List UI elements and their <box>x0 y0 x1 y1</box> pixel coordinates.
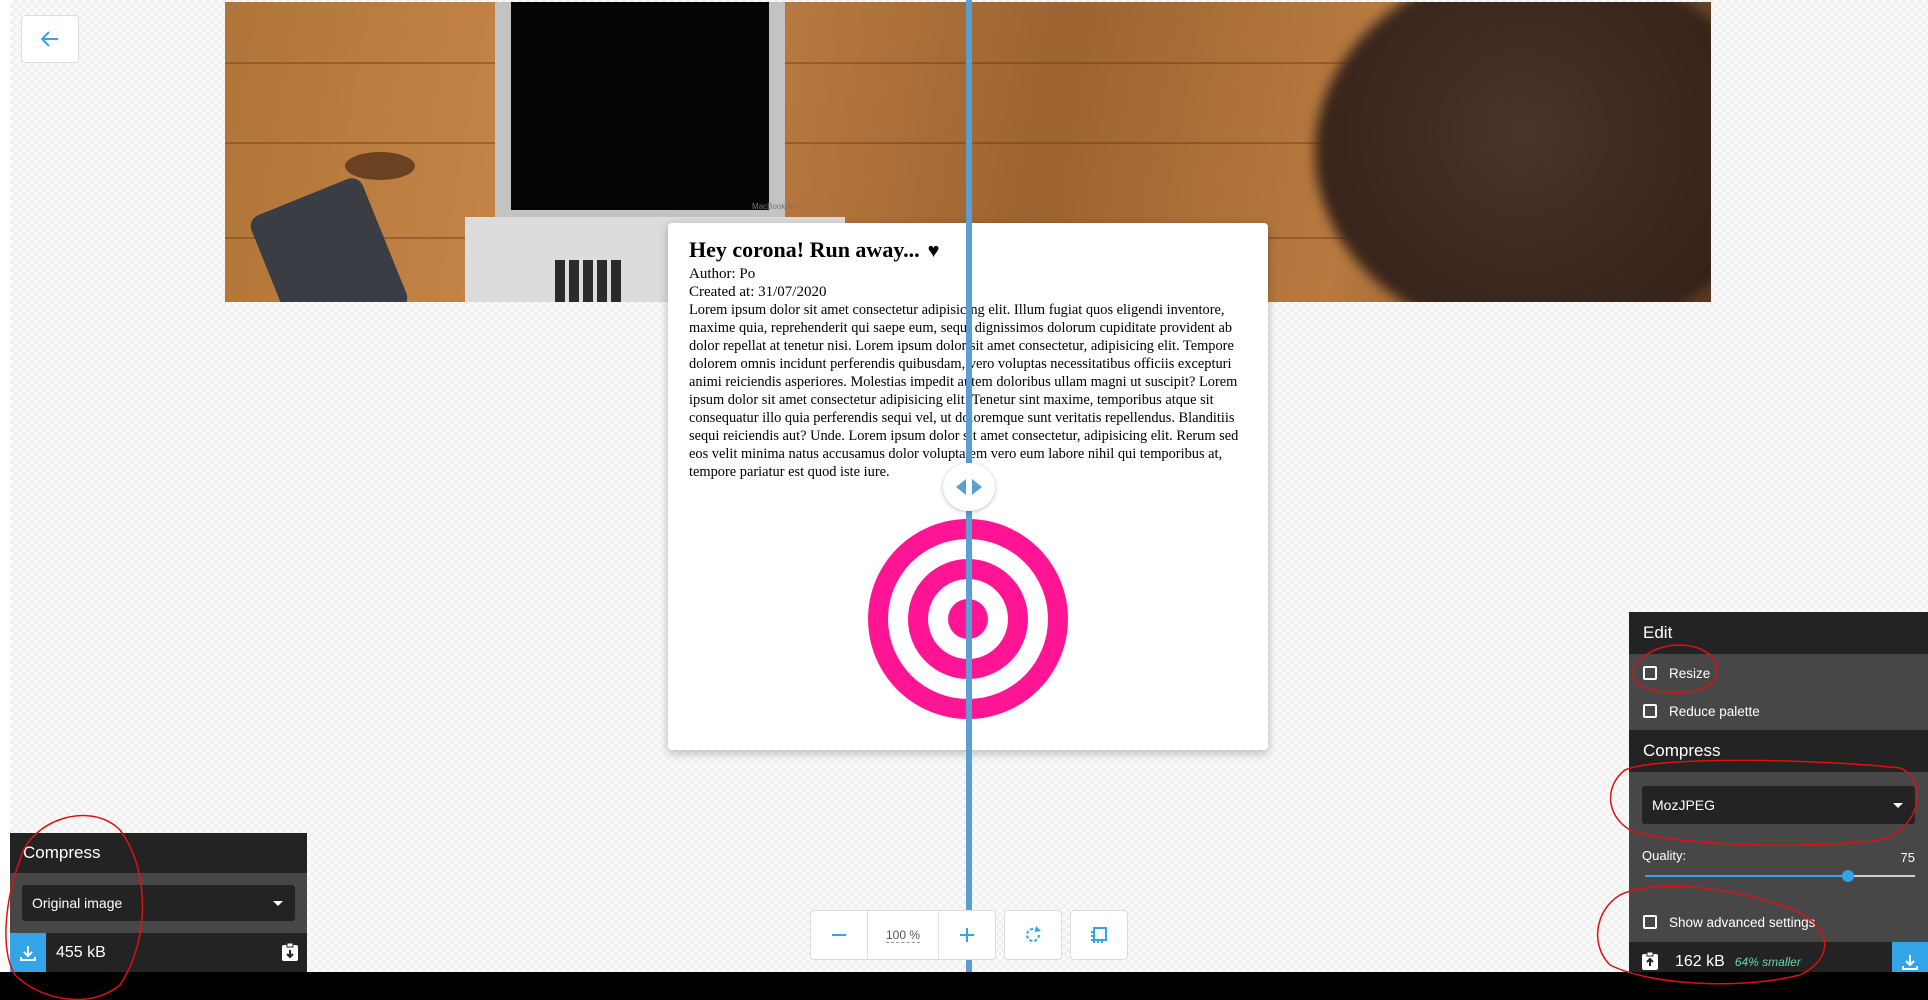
arrow-left-icon <box>41 31 58 47</box>
edit-heading: Edit <box>1629 612 1928 654</box>
heart-icon: ♥ <box>927 240 940 262</box>
back-button[interactable] <box>21 15 79 63</box>
resize-option[interactable]: Resize <box>1629 654 1928 692</box>
clipboard-icon <box>282 942 298 961</box>
rotate-button[interactable] <box>1004 910 1062 960</box>
reduce-palette-checkbox[interactable] <box>1643 704 1657 718</box>
background-toggle-button[interactable] <box>1070 910 1128 960</box>
quality-label: Quality: <box>1642 848 1687 863</box>
compare-handle[interactable] <box>943 463 995 511</box>
download-icon <box>1902 955 1918 970</box>
laptop-brand: MacBook Air <box>752 202 797 211</box>
quality-slider[interactable] <box>1645 870 1915 882</box>
post-author: Author: Po <box>689 266 756 282</box>
drag-arrows-icon <box>956 479 982 495</box>
zoom-controls: 100 % <box>810 910 996 960</box>
zoom-out-button[interactable] <box>811 911 867 959</box>
size-reduction: 64% smaller <box>1734 955 1801 969</box>
left-copy-settings-button[interactable] <box>281 942 299 967</box>
left-file-size: 455 kB <box>56 943 106 961</box>
zoom-in-button[interactable] <box>939 911 995 959</box>
right-file-size: 162 kB <box>1675 953 1725 970</box>
plus-icon <box>960 928 974 942</box>
zoom-level[interactable]: 100 % <box>867 911 939 959</box>
left-edge <box>0 0 10 972</box>
taskbar-strip <box>0 972 1928 1000</box>
rotate-icon <box>1026 926 1041 942</box>
reduce-palette-option[interactable]: Reduce palette <box>1629 692 1928 730</box>
blurred-hand <box>1315 2 1711 302</box>
background-toggle-icon <box>1091 927 1107 943</box>
quality-slider-knob[interactable] <box>1841 870 1854 882</box>
left-compress-heading: Compress <box>10 833 307 873</box>
caret-down-icon <box>273 900 283 906</box>
clipboard-icon <box>1642 951 1658 970</box>
advanced-settings-option[interactable]: Show advanced settings <box>1629 902 1928 942</box>
post-date: Created at: 31/07/2020 <box>689 284 827 300</box>
codec-select[interactable]: MozJPEG <box>1642 786 1915 824</box>
caret-down-icon <box>1893 802 1903 808</box>
post-title: Hey corona! Run away... ♥ <box>689 237 940 262</box>
minus-icon <box>832 934 846 936</box>
right-options-panel: Edit Resize Reduce palette Compress MozJ… <box>1629 612 1928 982</box>
download-icon <box>20 945 36 961</box>
compress-heading: Compress <box>1629 730 1928 772</box>
left-options-panel: Compress Original image 455 kB <box>10 833 307 972</box>
advanced-settings-checkbox[interactable] <box>1643 915 1657 929</box>
resize-checkbox[interactable] <box>1643 666 1657 680</box>
quality-control: Quality: 75 <box>1629 838 1928 902</box>
quality-value: 75 <box>1900 850 1915 865</box>
left-download-button[interactable] <box>10 933 46 972</box>
left-codec-select[interactable]: Original image <box>22 885 295 921</box>
